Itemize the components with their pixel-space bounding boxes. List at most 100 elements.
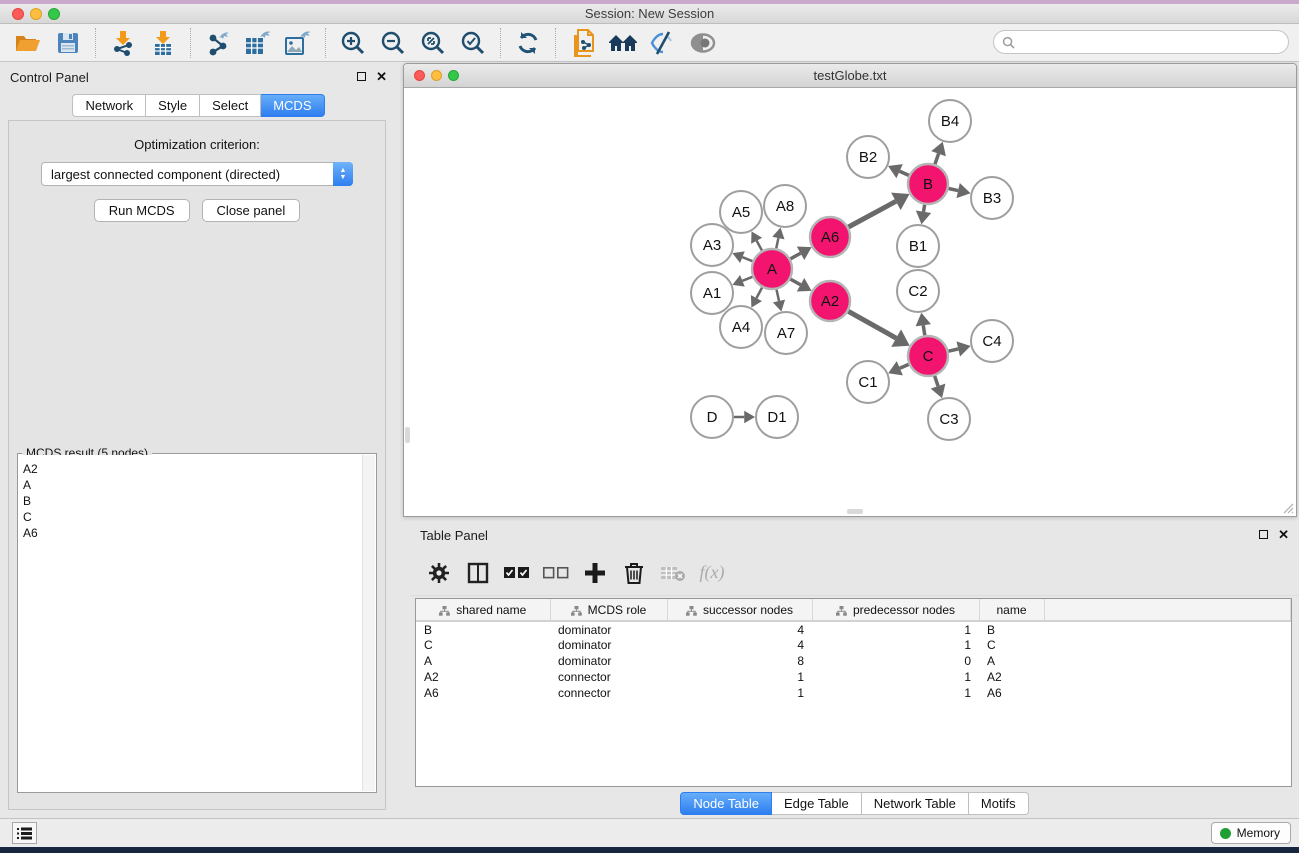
network-canvas[interactable]: B4B2BB3A5A8A6B1A3AA1C2A2A4A7C4CC1C3DD1 [404,88,1296,516]
column-header-shared-name[interactable]: shared name [416,599,550,621]
cell-shared-name[interactable]: B [416,621,550,637]
close-panel-icon[interactable]: ✕ [376,72,387,82]
result-item[interactable]: A2 [23,461,358,477]
open-session-button[interactable] [11,27,45,59]
result-item[interactable]: A6 [23,525,358,541]
cell-predecessor-nodes[interactable]: 0 [812,653,979,669]
table-row[interactable]: A2connector11A2 [416,669,1291,685]
tab-network-table[interactable]: Network Table [862,792,969,815]
result-item[interactable]: B [23,493,358,509]
table-row[interactable]: Cdominator41C [416,637,1291,653]
cell-predecessor-nodes[interactable]: 1 [812,669,979,685]
edge-C-C1[interactable] [900,364,909,368]
edge-A-A6[interactable] [790,253,800,259]
zoom-selected-button[interactable] [456,27,490,59]
network-window-titlebar[interactable]: testGlobe.txt [404,64,1296,88]
memory-button[interactable]: Memory [1211,822,1291,844]
import-table-button[interactable] [146,27,180,59]
hide-panels-button[interactable] [646,27,680,59]
tab-select[interactable]: Select [200,94,261,117]
edge-A-A3[interactable] [742,257,752,261]
zoom-out-button[interactable] [376,27,410,59]
run-mcds-button[interactable]: Run MCDS [94,199,190,222]
edge-B-B2[interactable] [900,171,909,175]
cell-name[interactable]: A6 [979,685,1044,701]
table-row[interactable]: Bdominator41B [416,621,1291,637]
cell-successor-nodes[interactable]: 1 [667,685,812,701]
cell-shared-name[interactable]: A2 [416,669,550,685]
delete-table-button[interactable] [658,558,688,588]
result-item[interactable]: A [23,477,358,493]
manage-networks-button[interactable] [566,27,600,59]
tab-network[interactable]: Network [72,94,146,117]
search-input[interactable] [1020,35,1288,49]
cell-predecessor-nodes[interactable]: 1 [812,685,979,701]
search-field[interactable] [993,30,1289,54]
zoom-fit-button[interactable] [416,27,450,59]
edge-A-A2[interactable] [790,279,800,285]
apply-layout-button[interactable] [511,27,545,59]
tab-node-table[interactable]: Node Table [680,792,772,815]
home-button[interactable] [606,27,640,59]
edge-B-B3[interactable] [949,188,959,190]
result-scrollbar[interactable] [362,455,375,791]
table-row[interactable]: Adominator80A [416,653,1291,669]
edge-C-C3[interactable] [935,376,938,386]
cell-predecessor-nodes[interactable]: 1 [812,637,979,653]
cell-shared-name[interactable]: C [416,637,550,653]
export-table-button[interactable] [241,27,275,59]
node-table[interactable]: shared nameMCDS rolesuccessor nodesprede… [415,598,1292,787]
tab-motifs[interactable]: Motifs [969,792,1029,815]
cell-predecessor-nodes[interactable]: 1 [812,621,979,637]
edge-A-A5[interactable] [757,241,762,251]
cell-successor-nodes[interactable]: 4 [667,637,812,653]
column-header-successor-nodes[interactable]: successor nodes [667,599,812,621]
column-header-predecessor-nodes[interactable]: predecessor nodes [812,599,979,621]
cell-name[interactable]: A2 [979,669,1044,685]
column-header-MCDS-role[interactable]: MCDS role [550,599,667,621]
cell-successor-nodes[interactable]: 1 [667,669,812,685]
table-settings-button[interactable] [424,558,454,588]
import-network-button[interactable] [106,27,140,59]
save-session-button[interactable] [51,27,85,59]
close-panel-button[interactable]: Close panel [202,199,301,222]
canvas-vscroll-stub[interactable] [405,427,410,443]
deselect-all-button[interactable] [541,558,571,588]
cell-MCDS-role[interactable]: connector [550,669,667,685]
cell-MCDS-role[interactable]: connector [550,685,667,701]
result-item[interactable]: C [23,509,358,525]
float-panel-button[interactable] [357,72,366,82]
show-graphics-button[interactable] [686,27,720,59]
tab-mcds[interactable]: MCDS [261,94,324,117]
cell-MCDS-role[interactable]: dominator [550,637,667,653]
cell-name[interactable]: B [979,621,1044,637]
mcds-result-list[interactable]: A2ABCA6 [19,455,362,791]
network-graph[interactable]: B4B2BB3A5A8A6B1A3AA1C2A2A4A7C4CC1C3DD1 [404,88,1296,516]
tab-style[interactable]: Style [146,94,200,117]
table-row[interactable]: A6connector11A6 [416,685,1291,701]
edge-C-C4[interactable] [948,349,958,351]
cell-name[interactable]: C [979,637,1044,653]
column-header-name[interactable]: name [979,599,1044,621]
edge-B-B4[interactable] [935,154,939,164]
task-history-button[interactable] [12,822,37,844]
add-column-button[interactable] [580,558,610,588]
edge-C-C2[interactable] [923,325,925,335]
float-table-panel-button[interactable] [1259,530,1268,540]
close-table-panel-icon[interactable]: ✕ [1278,530,1289,540]
cell-name[interactable]: A [979,653,1044,669]
cell-successor-nodes[interactable]: 4 [667,621,812,637]
cell-MCDS-role[interactable]: dominator [550,621,667,637]
select-all-button[interactable] [502,558,532,588]
cell-successor-nodes[interactable]: 8 [667,653,812,669]
column-browser-button[interactable] [463,558,493,588]
edge-A2-C[interactable] [848,311,896,338]
delete-column-button[interactable] [619,558,649,588]
edge-B-B1[interactable] [924,205,925,212]
cell-shared-name[interactable]: A [416,653,550,669]
tab-edge-table[interactable]: Edge Table [772,792,862,815]
edge-A-A8[interactable] [776,238,778,248]
export-image-button[interactable] [281,27,315,59]
export-network-button[interactable] [201,27,235,59]
edge-A6-B[interactable] [848,201,895,227]
